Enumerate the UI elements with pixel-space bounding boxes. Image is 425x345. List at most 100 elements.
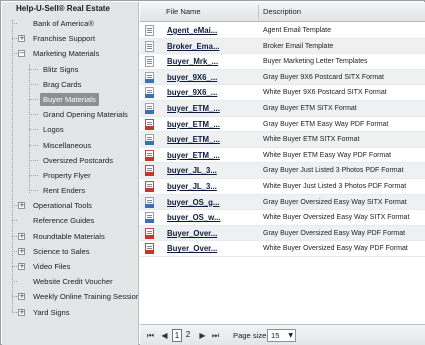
file-browser-window: Help-U-Sell® Real Estate Bank of America… (0, 0, 425, 345)
tree-item[interactable]: + Franchise Support (2, 31, 138, 46)
tree-item[interactable]: Buyer Materials (2, 92, 138, 107)
table-row[interactable]: buyer_JL_3... White Buyer Just Listed 3 P… (140, 179, 425, 195)
file-name-link[interactable]: buyer_9X6_... (167, 85, 217, 101)
table-row[interactable]: buyer_ETM_... White Buyer ETM Easy Way PD… (140, 148, 425, 164)
file-name-link[interactable]: Buyer_Over... (167, 241, 217, 257)
tree-item-label[interactable]: Roundtable Materials (33, 229, 105, 244)
table-row[interactable]: buyer_JL_3... Gray Buyer Just Listed 3 Ph… (140, 163, 425, 179)
tree-item-label[interactable]: Grand Opening Materials (43, 107, 128, 122)
file-description: White Buyer Oversized Easy Way SITX Form… (263, 214, 410, 222)
tree-item[interactable]: Grand Opening Materials (2, 107, 138, 122)
column-header-description[interactable]: Description (263, 2, 301, 22)
file-description: White Buyer ETM SITX Format (263, 136, 360, 144)
file-description: Gray Buyer Oversized Easy Way PDF Format (263, 229, 406, 237)
expand-icon[interactable]: + (18, 293, 25, 301)
tree-item-label[interactable]: Miscellaneous (43, 138, 91, 153)
tree-item[interactable]: Oversized Postcards (2, 153, 138, 168)
file-description: White Buyer Oversized Easy Way PDF Forma… (263, 245, 408, 253)
file-name-link[interactable]: buyer_ETM_... (167, 117, 220, 133)
file-name-link[interactable]: buyer_OS_w... (167, 210, 220, 226)
tree-item-label[interactable]: Weekly Online Training Sessions (33, 289, 138, 304)
table-row[interactable]: buyer_9X6_... White Buyer 9X6 Postcard SI… (140, 85, 425, 101)
tree-item[interactable]: Reference Guides (2, 213, 138, 228)
tree-item-label[interactable]: Video Files (33, 259, 70, 274)
grid-header: File Name Description (140, 2, 425, 22)
file-sitx-icon (145, 212, 154, 224)
tree-root-label[interactable]: Help-U-Sell® Real Estate (2, 2, 138, 16)
table-row[interactable]: Broker_Ema... Broker Email Template (140, 38, 425, 55)
table-row[interactable]: buyer_OS_w... White Buyer Oversized Easy … (140, 210, 425, 226)
tree-item-label[interactable]: Buyer Materials (40, 92, 99, 106)
first-page-button[interactable]: ⏮ (146, 330, 155, 341)
file-name-link[interactable]: Broker_Ema... (167, 39, 219, 55)
file-pdf-icon (145, 165, 154, 177)
chevron-down-icon: ▼ (288, 332, 293, 339)
tree-item[interactable]: Blitz Signs (2, 62, 138, 77)
tree-item[interactable]: Logos (2, 122, 138, 137)
tree-item-label[interactable]: Property Flyer (43, 168, 91, 183)
tree-item[interactable]: Rent Enders (2, 183, 138, 198)
next-page-button[interactable]: ▶ (198, 330, 207, 341)
grid-body: Agent_eMai... Agent Email Template Broker_… (140, 23, 425, 257)
tree-item-label[interactable]: Science to Sales (33, 244, 90, 259)
table-row[interactable]: Buyer_Over... White Buyer Oversized Easy … (140, 241, 425, 257)
tree-item-label[interactable]: Brag Cards (43, 77, 81, 92)
table-row[interactable]: Agent_eMai... Agent Email Template (140, 23, 425, 39)
table-row[interactable]: buyer_ETM_... White Buyer ETM SITX Format (140, 132, 425, 148)
column-divider[interactable] (258, 5, 259, 19)
table-row[interactable]: buyer_9X6_... Gray Buyer 9X6 Postcard SIT… (140, 69, 425, 86)
tree-item-label[interactable]: Oversized Postcards (43, 153, 113, 168)
tree-item-label[interactable]: Reference Guides (33, 213, 94, 228)
tree-item[interactable]: Website Credit Voucher (2, 274, 138, 289)
page-number[interactable]: 2 (183, 329, 193, 342)
file-name-link[interactable]: buyer_JL_3... (167, 163, 217, 179)
file-name-link[interactable]: buyer_JL_3... (167, 179, 217, 195)
tree-item-label[interactable]: Rent Enders (43, 183, 85, 198)
tree-item[interactable]: − Marketing Materials (2, 46, 138, 61)
prev-page-button[interactable]: ◀ (160, 330, 169, 341)
tree-item[interactable]: + Roundtable Materials (2, 229, 138, 244)
file-name-link[interactable]: buyer_ETM_... (167, 101, 220, 117)
file-name-link[interactable]: Buyer_Over... (167, 226, 217, 242)
tree-item-label[interactable]: Website Credit Voucher (33, 274, 113, 289)
tree-item-label[interactable]: Franchise Support (33, 31, 95, 46)
tree-item[interactable]: Miscellaneous (2, 138, 138, 153)
expand-icon[interactable]: + (18, 263, 25, 270)
table-row[interactable]: buyer_ETM_... Gray Buyer ETM SITX Format (140, 100, 425, 117)
tree-item-label[interactable]: Blitz Signs (43, 62, 78, 77)
table-row[interactable]: Buyer_Mrk_... Buyer Marketing Letter Temp… (140, 54, 425, 70)
tree-item-label[interactable]: Logos (43, 122, 64, 137)
expand-icon[interactable]: + (18, 202, 25, 210)
table-row[interactable]: buyer_ETM_... Gray Buyer ETM Easy Way PDF… (140, 117, 425, 133)
tree-item[interactable]: + Science to Sales (2, 244, 138, 259)
expand-icon[interactable]: + (18, 35, 25, 43)
column-header-file-name[interactable]: File Name (166, 2, 201, 22)
expand-icon[interactable]: + (18, 308, 25, 316)
tree-item[interactable]: + Weekly Online Training Sessions (2, 289, 138, 304)
tree-item[interactable]: + Yard Signs (2, 305, 138, 320)
table-row[interactable]: buyer_OS_g... Gray Buyer Oversized Easy W… (140, 194, 425, 211)
tree-item-label[interactable]: Bank of America® (33, 16, 94, 31)
tree-item-label[interactable]: Yard Signs (33, 305, 70, 320)
page-number-current[interactable]: 1 (172, 329, 182, 342)
expand-icon[interactable]: + (18, 232, 25, 240)
file-doc-icon (145, 25, 154, 36)
file-name-link[interactable]: buyer_OS_g... (167, 195, 219, 211)
file-name-link[interactable]: Agent_eMai... (167, 23, 217, 39)
tree-item-label[interactable]: Operational Tools (33, 198, 92, 213)
file-name-link[interactable]: buyer_9X6_... (167, 70, 217, 86)
file-name-link[interactable]: Buyer_Mrk_... (167, 54, 218, 70)
collapse-icon[interactable]: − (18, 50, 25, 58)
tree-item[interactable]: + Video Files (2, 259, 138, 274)
page-size-select[interactable]: 15 ▼ (267, 329, 296, 342)
table-row[interactable]: Buyer_Over... Gray Buyer Oversized Easy W… (140, 225, 425, 242)
file-name-link[interactable]: buyer_ETM_... (167, 148, 220, 164)
file-name-link[interactable]: buyer_ETM_... (167, 132, 220, 148)
tree-item[interactable]: Property Flyer (2, 168, 138, 183)
tree-item[interactable]: Brag Cards (2, 77, 138, 92)
tree-item[interactable]: + Operational Tools (2, 198, 138, 213)
tree-item-label[interactable]: Marketing Materials (33, 46, 99, 61)
last-page-button[interactable]: ⏭ (211, 330, 220, 341)
tree-item[interactable]: Bank of America® (2, 16, 138, 31)
expand-icon[interactable]: + (18, 247, 25, 255)
